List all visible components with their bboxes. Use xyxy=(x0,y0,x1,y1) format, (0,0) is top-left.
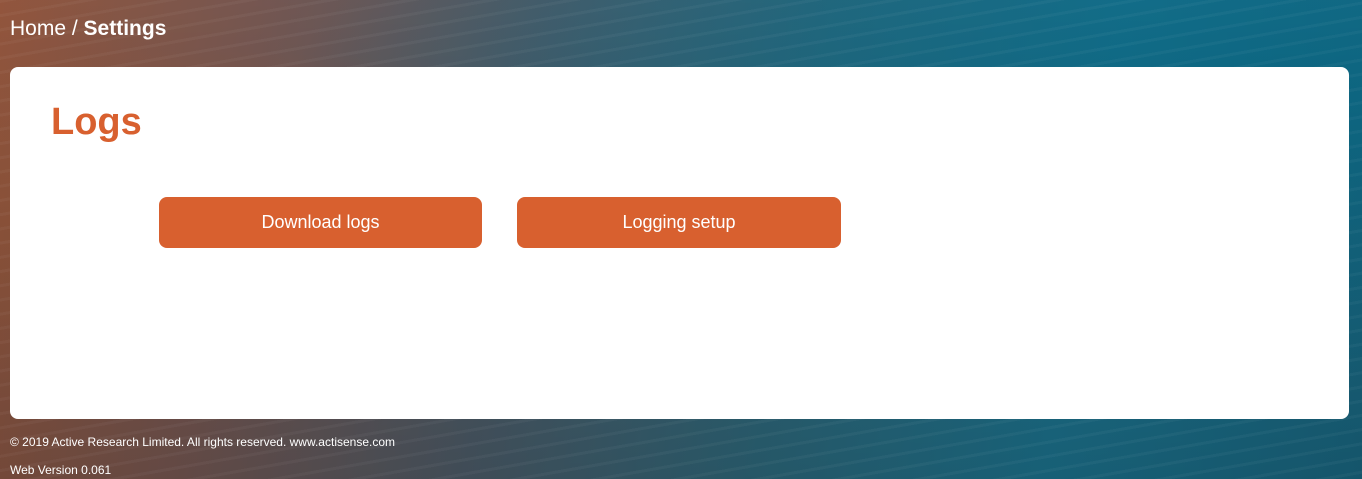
footer-copyright: © 2019 Active Research Limited. All righ… xyxy=(10,435,396,449)
page-title: Logs xyxy=(51,101,142,143)
download-logs-button[interactable]: Download logs xyxy=(159,197,482,248)
footer-version: Web Version 0.061 xyxy=(10,463,112,477)
logs-panel: Logs Download logs Logging setup xyxy=(10,67,1349,419)
breadcrumb-home-link[interactable]: Home xyxy=(10,17,66,40)
breadcrumb: Home / Settings xyxy=(10,15,166,43)
logging-setup-button[interactable]: Logging setup xyxy=(517,197,841,248)
settings-page: Home / Settings Logs Download logs Loggi… xyxy=(0,0,1362,479)
breadcrumb-current: Settings xyxy=(83,17,167,40)
breadcrumb-separator: / xyxy=(66,17,84,40)
